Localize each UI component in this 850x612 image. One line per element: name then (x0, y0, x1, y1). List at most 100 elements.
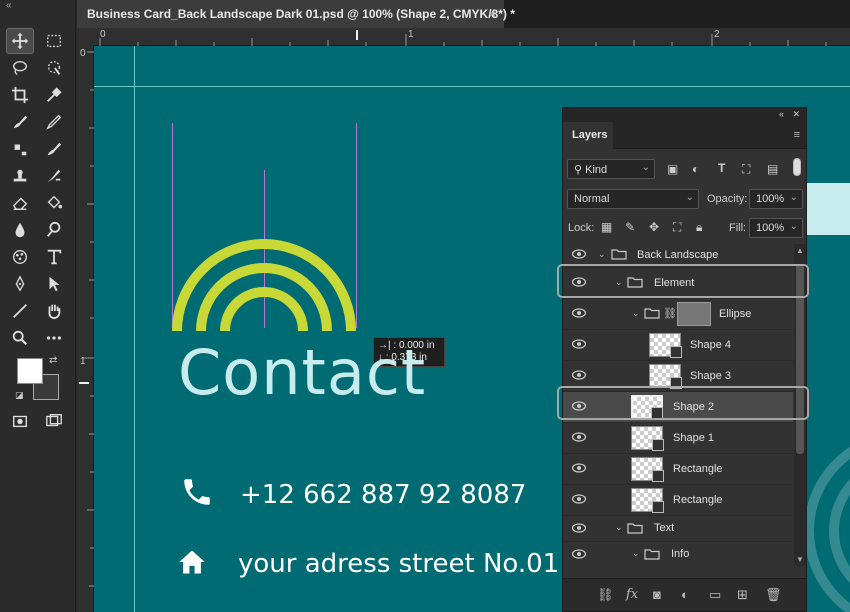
layer-name: Shape 1 (673, 432, 714, 444)
default-colors-icon[interactable]: ◪ (15, 390, 24, 401)
blur-tool-icon[interactable] (6, 217, 34, 243)
line-tool-icon[interactable] (6, 298, 34, 324)
document-tab[interactable]: Business Card_Back Landscape Dark 01.psd… (77, 0, 515, 28)
layer-thumbnail[interactable] (631, 457, 664, 482)
filter-toggle[interactable] (793, 158, 801, 176)
layer-row[interactable]: Rectangle (563, 454, 793, 485)
tab-layers[interactable]: Layers (563, 122, 613, 149)
delete-layer-icon[interactable]: 🗑︎ (765, 587, 782, 603)
layer-thumbnail[interactable] (649, 333, 682, 358)
chevron-down-icon[interactable]: ⌄ (598, 249, 606, 260)
panel-menu-icon[interactable]: ≡ (794, 129, 800, 141)
lock-position-icon[interactable]: ✥ (649, 220, 659, 234)
visibility-eye-icon[interactable] (572, 432, 586, 442)
collapse-panel-icon[interactable]: « (779, 109, 784, 119)
layer-row[interactable]: Shape 1 (563, 423, 793, 454)
filter-row: ⚲ Kind ⌄ ▣ ◐ T ⛶ ▤ (563, 155, 806, 183)
folder-icon (611, 249, 627, 260)
layer-name: Rectangle (673, 463, 723, 475)
chevron-down-icon[interactable]: ⌄ (615, 522, 623, 533)
lock-all-icon[interactable]: 🔒︎ (696, 220, 702, 235)
brush-tool-icon[interactable] (40, 109, 68, 135)
sponge-tool-icon[interactable] (6, 244, 34, 270)
paint-bucket-tool-icon[interactable] (40, 190, 68, 216)
visibility-eye-icon[interactable] (572, 249, 586, 259)
layer-row[interactable]: ⌄ Text (563, 516, 793, 542)
swap-colors-icon[interactable]: ⇄ (49, 355, 57, 366)
vertical-ruler[interactable]: 0 1 (77, 46, 94, 612)
type-filter-icon[interactable]: T (718, 161, 725, 175)
path-selection-tool-icon[interactable] (40, 271, 68, 297)
visibility-eye-icon[interactable] (572, 308, 586, 318)
healing-brush-tool-icon[interactable] (6, 109, 34, 135)
fx-icon[interactable]: fx (626, 587, 638, 602)
layers-panel: « ✕ Layers ≡ ⚲ Kind ⌄ ▣ ◐ T ⛶ ▤ Normal ⌄… (562, 107, 807, 612)
layer-thumbnail[interactable] (631, 426, 664, 451)
layer-row[interactable]: ⌄ ⛓ Ellipse (563, 299, 793, 330)
adjustment-filter-icon[interactable]: ◐ (692, 162, 699, 176)
lasso-tool-icon[interactable] (6, 55, 34, 81)
layer-row[interactable]: Rectangle (563, 485, 793, 516)
mask-thumbnail[interactable] (677, 302, 711, 326)
object-selection-tool-icon[interactable] (40, 55, 68, 81)
eyedropper-tool-icon[interactable] (40, 82, 68, 108)
blend-mode-select[interactable]: Normal ⌄ (567, 189, 699, 209)
pixel-filter-icon[interactable]: ▣ (667, 162, 678, 176)
pen-tool-icon[interactable] (6, 271, 34, 297)
screen-mode-icon[interactable] (40, 408, 68, 434)
crop-tool-icon[interactable] (6, 82, 34, 108)
layer-thumbnail[interactable] (649, 364, 682, 389)
horizontal-ruler[interactable]: 0 1 2 (94, 28, 850, 46)
visibility-eye-icon[interactable] (572, 463, 586, 473)
scroll-up-icon[interactable]: ▲ (796, 246, 804, 255)
close-panel-icon[interactable]: ✕ (792, 109, 800, 120)
layer-row[interactable]: ⌄ Info (563, 542, 793, 566)
folder-icon (644, 308, 660, 319)
zoom-tool-icon[interactable] (6, 325, 34, 351)
new-group-icon[interactable]: ▭ (709, 587, 721, 603)
folder-icon (644, 549, 660, 560)
link-layers-icon[interactable]: ⛓ (597, 587, 614, 603)
guide-horizontal[interactable] (94, 86, 850, 87)
visibility-eye-icon[interactable] (572, 339, 586, 349)
contact-heading: Contact (178, 336, 427, 409)
shape-filter-icon[interactable]: ⛶ (742, 162, 750, 177)
foreground-color-swatch[interactable] (17, 358, 43, 384)
phone-number-text: +12 662 887 92 8087 (240, 480, 527, 510)
visibility-eye-icon[interactable] (572, 494, 586, 504)
visibility-eye-icon[interactable] (572, 549, 586, 559)
type-tool-icon[interactable] (40, 244, 68, 270)
lock-pixels-icon[interactable]: ✎ (625, 220, 635, 234)
visibility-eye-icon[interactable] (572, 523, 586, 533)
link-icon[interactable]: ⛓ (663, 307, 677, 320)
visibility-eye-icon[interactable] (572, 370, 586, 380)
layer-thumbnail[interactable] (631, 488, 664, 513)
opacity-input[interactable]: 100% ⌄ (749, 189, 803, 209)
add-mask-icon[interactable]: ◙ (653, 587, 661, 602)
quick-mask-icon[interactable] (6, 408, 34, 434)
scroll-down-icon[interactable]: ▼ (796, 555, 804, 564)
dodge-tool-icon[interactable] (40, 217, 68, 243)
eraser-tool-icon[interactable] (6, 190, 34, 216)
layer-row[interactable]: Shape 4 (563, 330, 793, 361)
collapse-panel-icon[interactable]: « (6, 0, 12, 11)
art-history-brush-icon[interactable] (40, 163, 68, 189)
close-tab-icon[interactable]: × (489, 7, 496, 21)
marquee-tool-icon[interactable] (40, 28, 68, 54)
more-tools-icon[interactable] (40, 325, 68, 351)
guide-vertical[interactable] (134, 46, 135, 612)
stamp-tool-icon[interactable] (6, 163, 34, 189)
clone-stamp-tool-icon[interactable] (6, 136, 34, 162)
adjustment-layer-icon[interactable]: ◐ (681, 587, 689, 602)
filter-kind-select[interactable]: ⚲ Kind ⌄ (567, 159, 655, 179)
new-layer-icon[interactable]: ⊞ (737, 587, 748, 603)
chevron-down-icon[interactable]: ⌄ (632, 308, 640, 319)
chevron-down-icon[interactable]: ⌄ (632, 548, 640, 559)
fill-input[interactable]: 100% ⌄ (749, 218, 803, 238)
smart-object-filter-icon[interactable]: ▤ (767, 162, 778, 176)
lock-artboard-icon[interactable]: ⛶ (673, 220, 681, 235)
move-tool-icon[interactable] (6, 28, 34, 54)
lock-transparency-icon[interactable]: ▦ (601, 220, 612, 234)
hand-tool-icon[interactable] (40, 298, 68, 324)
history-brush-tool-icon[interactable] (40, 136, 68, 162)
